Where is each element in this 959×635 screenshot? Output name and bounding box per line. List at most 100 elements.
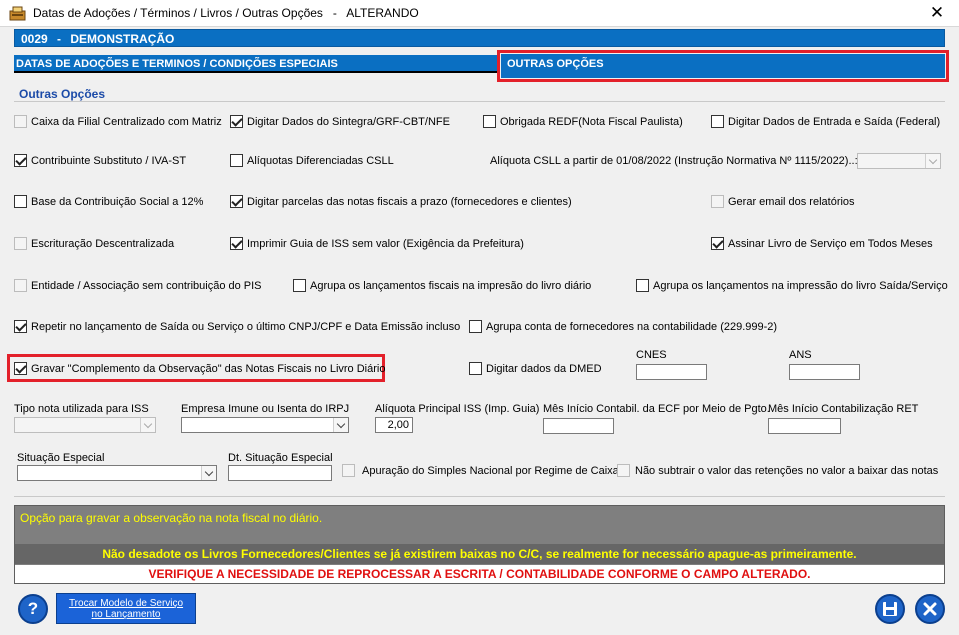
app-icon	[9, 6, 26, 21]
company-code: 0029	[21, 32, 48, 46]
checkbox-box[interactable]	[711, 237, 724, 250]
ans-input[interactable]	[789, 364, 860, 380]
help-button[interactable]: ?	[18, 594, 48, 624]
situacao-label: Situação Especial	[17, 452, 105, 464]
checkbox-box[interactable]	[230, 195, 243, 208]
exit-button[interactable]	[915, 594, 945, 624]
checkbox-escrituracao[interactable]: Escrituração Descentralizada	[14, 237, 174, 250]
question-icon: ?	[27, 599, 39, 618]
checkbox-retencoes[interactable]: Não subtrair o valor das retenções no va…	[617, 464, 938, 477]
checkbox-label: Entidade / Associação sem contribuição d…	[31, 279, 262, 292]
section-title: Outras Opções	[19, 87, 106, 101]
checkbox-box[interactable]	[617, 464, 630, 477]
tab-other-options[interactable]: OUTRAS OPÇÕES	[501, 54, 945, 78]
swap-button-line2: no Lançamento	[91, 609, 161, 620]
checkbox-label: Obrigada REDF(Nota Fiscal Paulista)	[500, 115, 683, 128]
checkbox-box[interactable]	[230, 154, 243, 167]
window-title: Datas de Adoções / Términos / Livros / O…	[33, 6, 419, 20]
checkbox-box[interactable]	[711, 195, 724, 208]
cnes-input[interactable]	[636, 364, 707, 380]
checkbox-box[interactable]	[14, 320, 27, 333]
checkbox-box[interactable]	[14, 115, 27, 128]
checkbox-box[interactable]	[342, 464, 355, 477]
divider	[14, 496, 945, 497]
checkbox-label: Agrupa os lançamentos fiscais na impresã…	[310, 279, 592, 292]
close-icon	[923, 602, 937, 616]
checkbox-box[interactable]	[14, 237, 27, 250]
checkbox-label: Digitar Dados de Entrada e Saída (Federa…	[728, 115, 941, 128]
mes-ret-input[interactable]	[768, 418, 841, 434]
checkbox-iva-st[interactable]: Contribuinte Substituto / IVA-ST	[14, 154, 186, 167]
aliq-iss-label: Alíquota Principal ISS (Imp. Guia)	[375, 403, 540, 415]
checkbox-simples[interactable]: Apuração do Simples Nacional por Regime …	[342, 464, 619, 477]
checkbox-label: Gravar "Complemento da Observação" das N…	[31, 362, 386, 375]
checkbox-csll-aliquotas[interactable]: Alíquotas Diferenciadas CSLL	[230, 154, 394, 167]
tipo-nota-label: Tipo nota utilizada para ISS	[14, 403, 149, 415]
checkbox-dmed[interactable]: Digitar dados da DMED	[469, 362, 602, 375]
checkbox-box[interactable]	[469, 320, 482, 333]
mes-ecf-label: Mês Início Contabil. da ECF por Meio de …	[543, 403, 770, 415]
checkbox-box[interactable]	[636, 279, 649, 292]
checkbox-entrada-saida[interactable]: Digitar Dados de Entrada e Saída (Federa…	[711, 115, 940, 128]
chevron-down-icon[interactable]	[201, 466, 216, 480]
reprocess-warning: VERIFIQUE A NECESSIDADE DE REPROCESSAR A…	[15, 565, 944, 583]
swap-service-model-button[interactable]: Trocar Modelo de Serviço no Lançamento	[56, 593, 196, 624]
checkbox-guia-iss[interactable]: Imprimir Guia de ISS sem valor (Exigênci…	[230, 237, 524, 250]
tipo-nota-select[interactable]	[14, 417, 156, 433]
checkbox-label: Digitar Dados do Sintegra/GRF-CBT/NFE	[247, 115, 450, 128]
divider	[14, 101, 945, 102]
save-button[interactable]	[875, 594, 905, 624]
checkbox-label: Agrupa conta de fornecedores na contabil…	[486, 320, 778, 333]
checkbox-box[interactable]	[14, 195, 27, 208]
checkbox-assinar-livro[interactable]: Assinar Livro de Serviço em Todos Meses	[711, 237, 933, 250]
checkbox-label: Agrupa os lançamentos na impressão do li…	[653, 279, 948, 292]
checkbox-label: Digitar parcelas das notas fiscais a pra…	[247, 195, 572, 208]
tab-other-options-highlight: OUTRAS OPÇÕES	[497, 50, 949, 82]
checkbox-box[interactable]	[711, 115, 724, 128]
checkbox-caixa-filial[interactable]: Caixa da Filial Centralizado com Matriz	[14, 115, 222, 128]
checkbox-label: Apuração do Simples Nacional por Regime …	[362, 464, 619, 477]
checkbox-redf[interactable]: Obrigada REDF(Nota Fiscal Paulista)	[483, 115, 683, 128]
checkbox-box[interactable]	[14, 279, 27, 292]
checkbox-agrupa-saida[interactable]: Agrupa os lançamentos na impressão do li…	[636, 279, 948, 292]
checkbox-sintegra[interactable]: Digitar Dados do Sintegra/GRF-CBT/NFE	[230, 115, 450, 128]
checkbox-agrupa-diario[interactable]: Agrupa os lançamentos fiscais na impresã…	[293, 279, 591, 292]
company-header: 0029 - DEMONSTRAÇÃO	[14, 29, 945, 47]
checkbox-gravar-complemento[interactable]: Gravar "Complemento da Observação" das N…	[14, 362, 385, 375]
dt-situacao-input[interactable]	[228, 465, 332, 481]
checkbox-email[interactable]: Gerar email dos relatórios	[711, 195, 855, 208]
situacao-select[interactable]	[17, 465, 217, 481]
checkbox-box[interactable]	[293, 279, 306, 292]
checkbox-label: Repetir no lançamento de Saída ou Serviç…	[31, 320, 461, 333]
csll-rate-select[interactable]	[857, 153, 941, 169]
checkbox-label: Alíquotas Diferenciadas CSLL	[247, 154, 394, 167]
chevron-down-icon[interactable]	[925, 154, 940, 168]
mes-ecf-input[interactable]	[543, 418, 614, 434]
checkbox-label: Não subtrair o valor das retenções no va…	[635, 464, 939, 477]
checkbox-parcelas[interactable]: Digitar parcelas das notas fiscais a pra…	[230, 195, 572, 208]
checkbox-label: Digitar dados da DMED	[486, 362, 602, 375]
ans-label: ANS	[789, 349, 812, 361]
checkbox-repetir[interactable]: Repetir no lançamento de Saída ou Serviç…	[14, 320, 460, 333]
aliq-iss-input[interactable]	[375, 417, 413, 433]
company-separator: -	[57, 32, 62, 46]
close-icon[interactable]: ✕	[922, 2, 952, 24]
empresa-imune-select[interactable]	[181, 417, 349, 433]
checkbox-box[interactable]	[483, 115, 496, 128]
checkbox-box[interactable]	[469, 362, 482, 375]
checkbox-box[interactable]	[230, 115, 243, 128]
floppy-disk-icon	[883, 602, 897, 616]
checkbox-contrib-social[interactable]: Base da Contribuição Social a 12%	[14, 195, 203, 208]
mes-ret-label: Mês Início Contabilização RET	[768, 403, 919, 415]
tab-dates[interactable]: DATAS DE ADOÇÕES E TERMINOS / CONDIÇÕES …	[14, 55, 498, 73]
checkbox-agrupa-conta[interactable]: Agrupa conta de fornecedores na contabil…	[469, 320, 777, 333]
checkbox-box[interactable]	[14, 362, 27, 375]
chevron-down-icon[interactable]	[140, 418, 155, 432]
checkbox-box[interactable]	[230, 237, 243, 250]
checkbox-entidade[interactable]: Entidade / Associação sem contribuição d…	[14, 279, 262, 292]
checkbox-label: Assinar Livro de Serviço em Todos Meses	[728, 237, 933, 250]
checkbox-box[interactable]	[14, 154, 27, 167]
hint-text: Opção para gravar a observação na nota f…	[20, 511, 323, 525]
chevron-down-icon[interactable]	[333, 418, 348, 432]
swap-button-line1: Trocar Modelo de Serviço	[68, 598, 184, 609]
